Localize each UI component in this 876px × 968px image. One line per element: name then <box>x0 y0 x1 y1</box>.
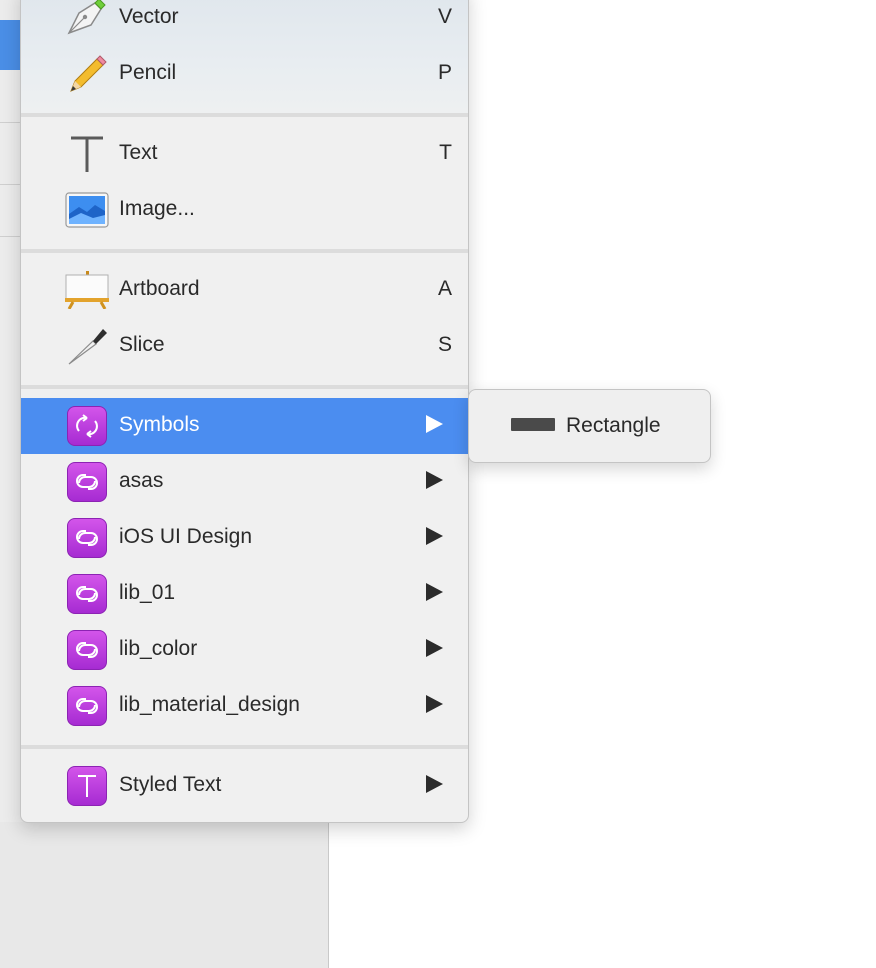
selected-layer-indicator <box>0 20 22 70</box>
artboard-easel-icon <box>65 271 109 309</box>
menu-item-vector[interactable]: Vector V <box>21 0 468 46</box>
submenu-arrow-icon <box>426 471 443 489</box>
submenu-arrow-icon <box>426 415 443 433</box>
library-icon <box>67 462 107 502</box>
menu-item-label: Text <box>119 141 158 164</box>
text-tool-icon <box>71 136 103 172</box>
menu-item-library-lib-01[interactable]: lib_01 <box>21 566 468 622</box>
menu-item-slice[interactable]: Slice S <box>21 318 468 374</box>
menu-item-label: Symbols <box>119 413 200 436</box>
submenu-item-label: Rectangle <box>566 414 661 437</box>
library-icon <box>67 518 107 558</box>
menu-item-label: Artboard <box>119 277 200 300</box>
slice-knife-icon <box>68 329 107 365</box>
menu-item-label: lib_color <box>119 637 198 660</box>
menu-item-symbols[interactable]: Symbols <box>21 398 468 454</box>
menu-item-library-lib-color[interactable]: lib_color <box>21 622 468 678</box>
menu-item-library-ios-ui-design[interactable]: iOS UI Design <box>21 510 468 566</box>
shortcut-key: S <box>437 333 452 356</box>
pencil-icon <box>70 55 107 92</box>
menu-item-styled-text[interactable]: Styled Text <box>21 758 468 814</box>
library-icon <box>67 686 107 726</box>
library-icon <box>67 630 107 670</box>
menu-separator <box>21 113 468 117</box>
vector-pen-icon <box>67 0 106 35</box>
menu-item-label: Pencil <box>119 61 177 84</box>
submenu-item-rectangle[interactable]: Rectangle <box>469 390 710 462</box>
menu-item-library-lib-material-design[interactable]: lib_material_design <box>21 678 468 734</box>
menu-item-label: lib_material_design <box>119 693 300 716</box>
library-icon <box>67 574 107 614</box>
shortcut-key: A <box>437 277 452 300</box>
shortcut-key: P <box>437 61 452 84</box>
image-icon <box>65 192 109 228</box>
insert-menu: Vector V Pencil P Text T Image... Artboa… <box>20 0 469 823</box>
menu-separator <box>21 745 468 749</box>
menu-separator <box>21 385 468 389</box>
menu-item-label: Vector <box>119 5 179 28</box>
symbols-icon <box>67 406 107 446</box>
symbols-submenu: Rectangle <box>468 389 711 463</box>
menu-item-label: Styled Text <box>119 773 222 796</box>
rectangle-symbol-icon <box>511 418 555 431</box>
menu-item-library-asas[interactable]: asas <box>21 454 468 510</box>
menu-item-artboard[interactable]: Artboard A <box>21 262 468 318</box>
divider <box>0 122 22 123</box>
menu-item-text[interactable]: Text T <box>21 126 468 182</box>
submenu-arrow-icon <box>426 583 443 601</box>
submenu-arrow-icon <box>426 527 443 545</box>
menu-separator <box>21 249 468 253</box>
menu-item-label: asas <box>119 469 164 492</box>
shortcut-key: V <box>437 5 452 28</box>
submenu-arrow-icon <box>426 775 443 793</box>
menu-item-label: iOS UI Design <box>119 525 253 548</box>
menu-item-label: lib_01 <box>119 581 176 604</box>
shortcut-key: T <box>439 141 452 164</box>
menu-item-label: Image... <box>119 197 195 220</box>
styled-text-icon <box>67 766 107 806</box>
submenu-arrow-icon <box>426 695 443 713</box>
submenu-arrow-icon <box>426 639 443 657</box>
menu-item-image[interactable]: Image... <box>21 182 468 238</box>
menu-item-pencil[interactable]: Pencil P <box>21 46 468 102</box>
menu-item-label: Slice <box>119 333 165 356</box>
sidebar-lower-area <box>0 822 328 968</box>
